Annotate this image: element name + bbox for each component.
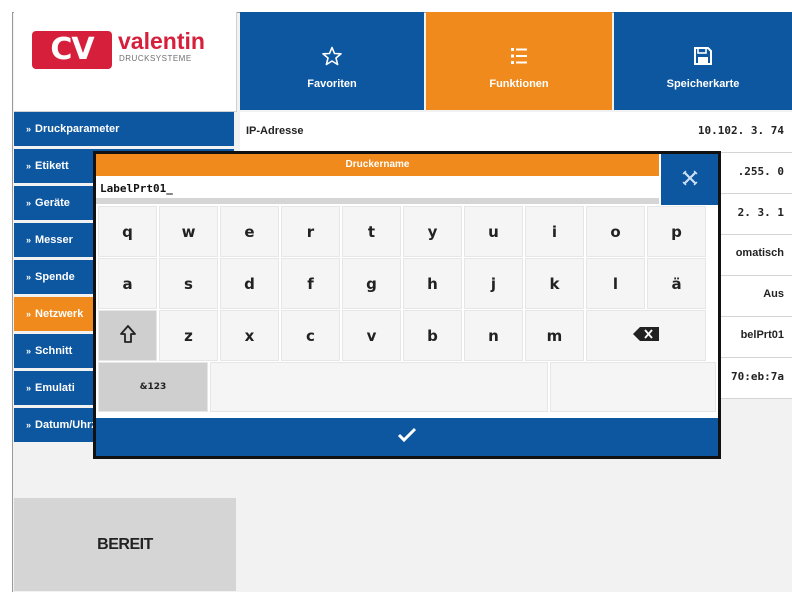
- key-m[interactable]: m: [525, 310, 584, 361]
- key-k[interactable]: k: [525, 258, 584, 309]
- close-icon: [681, 169, 699, 191]
- key-y[interactable]: y: [403, 206, 462, 257]
- key-w[interactable]: w: [159, 206, 218, 257]
- list-icon: [426, 46, 612, 66]
- chevron-right-icon: »: [26, 420, 32, 430]
- chevron-right-icon: »: [26, 309, 32, 319]
- key-q[interactable]: q: [98, 206, 157, 257]
- printer-name-dialog: Druckername LabelPrt01_ qwertyuiopasdfgh…: [93, 151, 721, 459]
- shift-icon: [119, 324, 137, 348]
- close-button[interactable]: [661, 154, 718, 205]
- key-ä[interactable]: ä: [647, 258, 706, 309]
- star-icon: [240, 46, 424, 66]
- key-l[interactable]: l: [586, 258, 645, 309]
- row-key: IP-Adresse: [246, 125, 304, 137]
- key-x[interactable]: x: [220, 310, 279, 361]
- chevron-right-icon: »: [26, 383, 32, 393]
- row-value: belPrt01: [740, 329, 784, 341]
- logo-subtitle: DRUCKSYSTEME: [119, 54, 192, 63]
- key-a[interactable]: a: [98, 258, 157, 309]
- key-r[interactable]: r: [281, 206, 340, 257]
- chevron-right-icon: »: [26, 124, 32, 134]
- logo-name: valentin: [118, 28, 205, 54]
- settings-row[interactable]: IP-Adresse 10.102. 3. 74: [240, 112, 792, 153]
- key-p[interactable]: p: [647, 206, 706, 257]
- sidebar-item-druckparameter[interactable]: » Druckparameter: [14, 112, 234, 146]
- key-h[interactable]: h: [403, 258, 462, 309]
- chevron-right-icon: »: [26, 198, 32, 208]
- key-n[interactable]: n: [464, 310, 523, 361]
- key-v[interactable]: v: [342, 310, 401, 361]
- chevron-right-icon: »: [26, 346, 32, 356]
- key-i[interactable]: i: [525, 206, 584, 257]
- tab-speicherkarte[interactable]: Speicherkarte: [614, 12, 792, 110]
- key-t[interactable]: t: [342, 206, 401, 257]
- row-value: Aus: [763, 288, 784, 300]
- tab-label: Favoriten: [307, 78, 357, 90]
- key-z[interactable]: z: [159, 310, 218, 361]
- tab-label: Funktionen: [489, 78, 549, 90]
- key-d[interactable]: d: [220, 258, 279, 309]
- key-j[interactable]: j: [464, 258, 523, 309]
- row-value: omatisch: [735, 247, 784, 259]
- tab-favoriten[interactable]: Favoriten: [240, 12, 424, 110]
- confirm-button[interactable]: [96, 418, 718, 456]
- key-g[interactable]: g: [342, 258, 401, 309]
- cv-logo-mark: CV: [32, 31, 112, 69]
- mode-key[interactable]: &123: [98, 362, 208, 412]
- floppy-icon: [614, 46, 792, 66]
- shift-key[interactable]: [98, 310, 157, 361]
- key-o[interactable]: o: [586, 206, 645, 257]
- backspace-key[interactable]: [586, 310, 706, 361]
- checkmark-icon: [397, 427, 417, 447]
- status-panel: BEREIT: [14, 498, 236, 591]
- input-underline: [96, 198, 659, 204]
- space-key[interactable]: [210, 362, 548, 412]
- valentin-logo: CV valentin DRUCKSYSTEME: [14, 12, 237, 112]
- key-e[interactable]: e: [220, 206, 279, 257]
- key-b[interactable]: b: [403, 310, 462, 361]
- backspace-icon: [633, 326, 659, 345]
- row-value: 2. 3. 1: [737, 206, 784, 219]
- tab-funktionen[interactable]: Funktionen: [426, 12, 612, 110]
- dialog-title: Druckername: [96, 154, 659, 176]
- status-text: BEREIT: [97, 536, 153, 553]
- key-s[interactable]: s: [159, 258, 218, 309]
- chevron-right-icon: »: [26, 235, 32, 245]
- chevron-right-icon: »: [26, 272, 32, 282]
- key-u[interactable]: u: [464, 206, 523, 257]
- key-c[interactable]: c: [281, 310, 340, 361]
- chevron-right-icon: »: [26, 161, 32, 171]
- row-value: 10.102. 3. 74: [697, 124, 784, 137]
- blank-key[interactable]: [550, 362, 716, 412]
- tab-label: Speicherkarte: [666, 78, 740, 90]
- row-value: 70:eb:7a: [731, 370, 784, 383]
- key-f[interactable]: f: [281, 258, 340, 309]
- row-value: .255. 0: [737, 165, 784, 178]
